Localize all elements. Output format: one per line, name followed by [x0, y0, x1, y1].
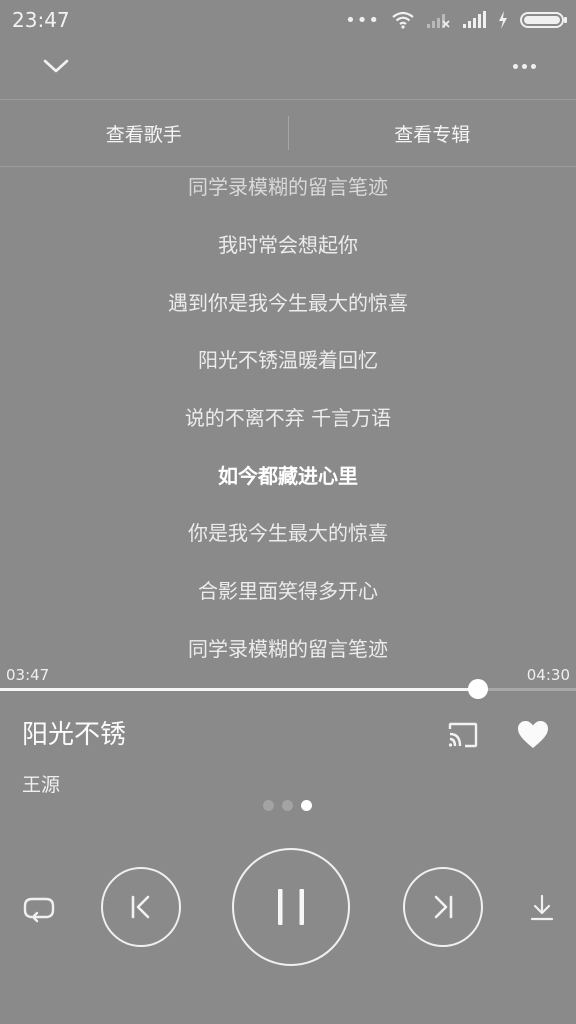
view-artist-button[interactable]: 查看歌手 — [0, 120, 288, 147]
current-time: 03:47 — [6, 666, 50, 684]
lyric-line-active: 如今都藏进心里 — [218, 464, 358, 488]
more-dots-icon[interactable] — [513, 63, 536, 69]
cast-icon[interactable] — [448, 722, 478, 748]
lyric-line: 你是我今生最大的惊喜 — [188, 521, 388, 545]
lyric-line: 合影里面笑得多开心 — [198, 579, 378, 603]
page-dot — [263, 800, 274, 811]
lyric-line: 阳光不锈温暖着回忆 — [198, 348, 378, 372]
top-bar — [0, 42, 576, 90]
progress-slider[interactable] — [0, 679, 576, 699]
lyric-line: 同学录模糊的留言笔迹 — [188, 175, 388, 199]
skip-previous-icon — [131, 895, 150, 919]
repeat-icon[interactable] — [22, 894, 56, 924]
progress-fill — [0, 688, 479, 691]
next-button[interactable] — [403, 867, 483, 947]
previous-button[interactable] — [101, 867, 181, 947]
signal-icon — [463, 11, 486, 28]
battery-level — [524, 16, 560, 24]
page-dot — [282, 800, 293, 811]
chevron-down-icon[interactable] — [42, 57, 70, 75]
page-indicator — [263, 800, 312, 811]
wifi-icon — [392, 11, 414, 29]
lyric-line: 同学录模糊的留言笔迹 — [188, 637, 388, 660]
view-album-button[interactable]: 查看专辑 — [289, 120, 576, 147]
status-bar: 23:47 ••• — [0, 0, 576, 40]
status-time: 23:47 — [12, 8, 70, 32]
notification-dots-icon: ••• — [345, 9, 380, 31]
page-dot-active — [301, 800, 312, 811]
skip-next-icon — [434, 895, 453, 919]
charging-icon — [499, 11, 507, 29]
artist-name[interactable]: 王源 — [22, 770, 60, 797]
lyric-line: 遇到你是我今生最大的惊喜 — [168, 291, 408, 315]
lyric-line: 我时常会想起你 — [218, 233, 358, 257]
lyric-line: 说的不离不弃 千言万语 — [184, 406, 392, 430]
lyrics-panel[interactable]: 同学录模糊的留言笔迹 我时常会想起你 遇到你是我今生最大的惊喜 阳光不锈温暖着回… — [0, 168, 576, 660]
heart-icon[interactable] — [517, 720, 549, 750]
signal-empty-icon — [427, 14, 450, 28]
battery-icon — [520, 12, 567, 28]
view-tabs: 查看歌手 查看专辑 — [0, 99, 576, 167]
download-icon[interactable] — [530, 894, 554, 922]
status-icons: ••• — [345, 9, 567, 31]
total-time: 04:30 — [526, 666, 570, 684]
pause-button[interactable] — [232, 848, 350, 966]
song-title: 阳光不锈 — [22, 720, 127, 750]
progress-thumb[interactable] — [468, 679, 489, 699]
pause-icon — [278, 889, 304, 925]
